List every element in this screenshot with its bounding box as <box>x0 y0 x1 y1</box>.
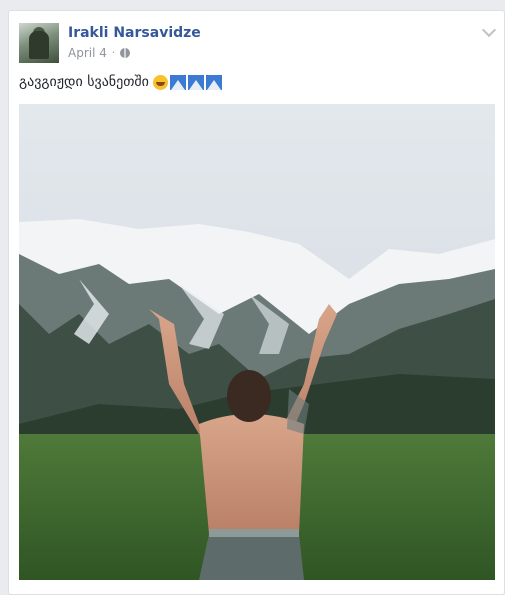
mountain-emoji <box>187 74 204 90</box>
post-meta: April 4 · <box>68 46 131 60</box>
chevron-down-icon[interactable] <box>481 22 497 38</box>
avatar-figure <box>29 31 49 59</box>
post-photo[interactable] <box>19 104 495 580</box>
meta-separator: · <box>111 47 116 59</box>
mountain-emoji <box>169 74 186 90</box>
laughing-tears-emoji <box>152 74 168 90</box>
post-card: Irakli Narsavidze April 4 · გავგიჟდი სვა… <box>8 10 505 595</box>
avatar[interactable] <box>19 23 59 63</box>
post-date-link[interactable]: April 4 <box>68 46 107 60</box>
globe-icon[interactable] <box>120 48 131 58</box>
mountain-emoji <box>205 74 222 90</box>
post-text: გავგიჟდი სვანეთში <box>19 74 222 90</box>
author-name-link[interactable]: Irakli Narsavidze <box>68 25 201 41</box>
post-text-content: გავგიჟდი სვანეთში <box>19 74 149 90</box>
